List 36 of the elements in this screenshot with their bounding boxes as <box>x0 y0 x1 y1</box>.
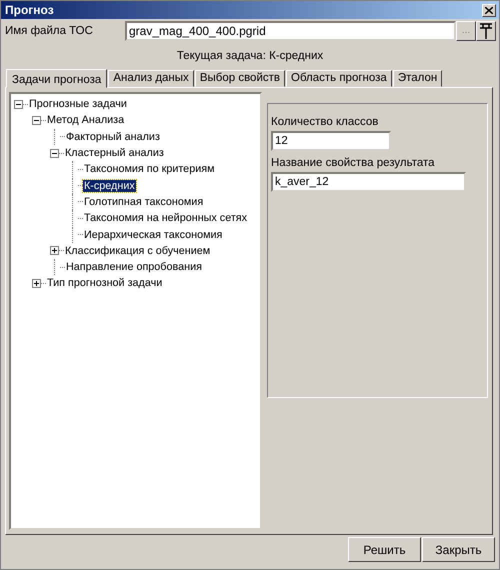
tree-item[interactable]: Классификация с обучением <box>64 244 212 257</box>
solve-button[interactable]: Решить <box>348 537 421 562</box>
close-dialog-button[interactable]: Закрыть <box>422 537 495 562</box>
tree-item[interactable]: Таксономия по критериям <box>83 163 216 176</box>
tree-item[interactable]: Прогнозные задачи <box>28 98 128 110</box>
pin-icon <box>479 22 493 38</box>
tree-item[interactable]: Голотипная таксономия <box>83 196 204 208</box>
tab[interactable]: Эталон <box>392 70 442 87</box>
tree-item[interactable]: Направление опробования <box>65 261 203 274</box>
collapse-icon[interactable] <box>50 148 59 158</box>
current-task-label: Текущая задача: К-средних <box>176 50 324 64</box>
toc-file-field[interactable]: grav_mag_400_400.pgrid <box>125 20 456 40</box>
tree-item[interactable]: Кластерный анализ <box>64 147 165 160</box>
expand-icon[interactable] <box>50 246 59 256</box>
collapse-icon[interactable] <box>32 116 41 125</box>
input-field[interactable]: k_aver_12 <box>271 172 466 192</box>
field-label: Количество классов <box>271 116 378 128</box>
tree-item[interactable]: Тип прогнозной задачи <box>46 277 164 290</box>
pin-button[interactable] <box>476 20 496 40</box>
tree-item[interactable]: Иерархическая таксономия <box>83 228 224 241</box>
window-title: Прогноз <box>5 3 54 17</box>
toc-file-label: Имя файла ТОС <box>5 24 94 36</box>
collapse-icon[interactable] <box>14 100 23 109</box>
tab[interactable]: Анализ даных <box>108 70 194 87</box>
tab[interactable]: Задачи прогноза <box>6 69 108 88</box>
tree-item[interactable]: Метод Анализа <box>46 114 126 126</box>
close-icon <box>485 6 493 14</box>
tab[interactable]: Выбор свойств <box>194 70 285 87</box>
tree-item[interactable]: К-средних <box>83 180 136 192</box>
tree-item[interactable]: Факторный анализ <box>65 130 161 143</box>
tab[interactable]: Область прогноза <box>286 70 392 87</box>
field-label: Название свойства результата <box>271 157 435 169</box>
expand-icon[interactable] <box>32 278 41 288</box>
input-field[interactable]: 12 <box>271 131 391 151</box>
close-button[interactable] <box>482 4 496 16</box>
tree-item[interactable]: Таксономия на нейронных сетях <box>83 212 248 224</box>
